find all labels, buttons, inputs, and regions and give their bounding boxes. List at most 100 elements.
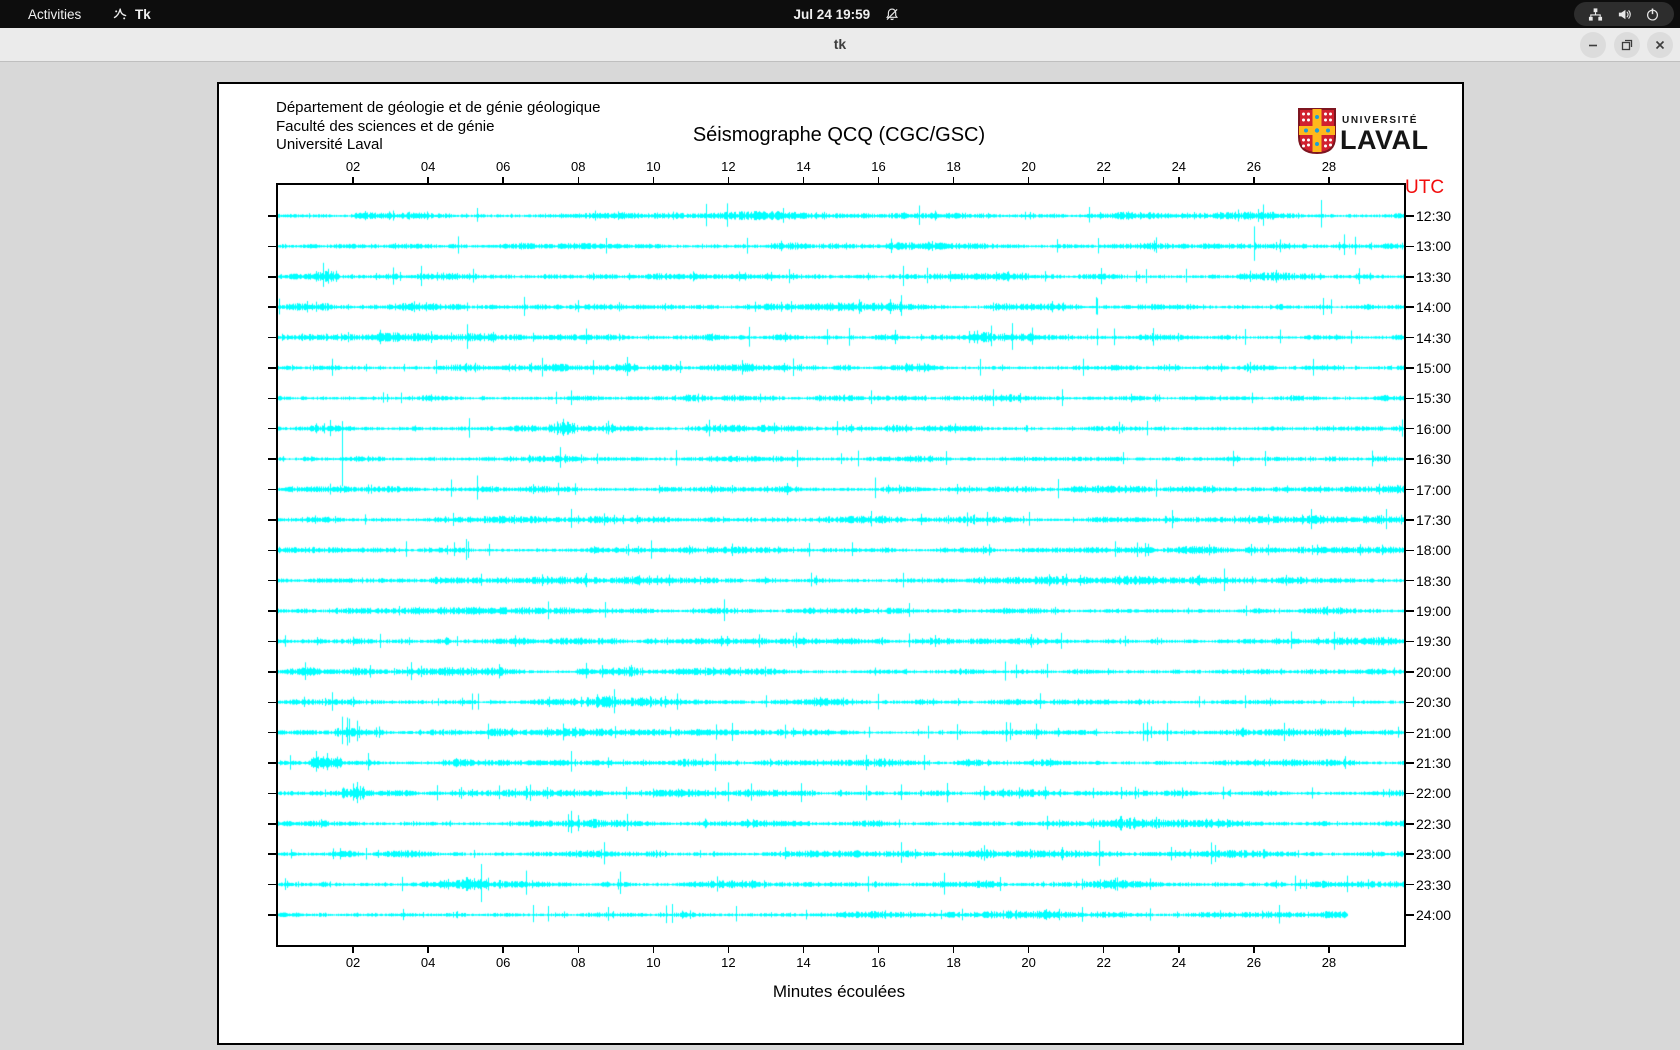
x-tick-bottom bbox=[877, 945, 880, 953]
row-tick-left bbox=[268, 914, 276, 916]
x-tick-top bbox=[877, 177, 880, 185]
trace-time-label: 22:00 bbox=[1416, 785, 1452, 802]
tk-icon bbox=[112, 6, 128, 22]
x-tick-bottom bbox=[502, 945, 504, 953]
x-tick-label-bottom: 24 bbox=[1171, 955, 1187, 970]
trace-time-label: 17:30 bbox=[1416, 511, 1452, 528]
trace-time-label: 21:30 bbox=[1416, 755, 1452, 772]
x-tick-top bbox=[1178, 177, 1180, 185]
x-tick-label-top: 26 bbox=[1246, 159, 1262, 174]
row-tick-left bbox=[268, 519, 276, 521]
row-tick-right bbox=[1406, 397, 1414, 400]
window-titlebar[interactable]: tk bbox=[0, 28, 1680, 62]
activities-button[interactable]: Activities bbox=[20, 0, 89, 28]
row-tick-right bbox=[1406, 610, 1414, 612]
trace-time-label: 22:30 bbox=[1416, 815, 1452, 832]
x-tick-label-top: 16 bbox=[871, 159, 886, 174]
x-tick-label-bottom: 02 bbox=[345, 955, 361, 970]
x-tick-bottom bbox=[727, 945, 730, 953]
row-tick-right bbox=[1406, 458, 1414, 460]
logo-laval-text: LAVAL bbox=[1340, 125, 1429, 155]
row-tick-left bbox=[268, 731, 276, 734]
row-tick-right bbox=[1406, 823, 1414, 825]
row-tick-right bbox=[1406, 336, 1414, 339]
row-tick-right bbox=[1406, 731, 1414, 734]
trace-time-label: 19:00 bbox=[1416, 603, 1452, 620]
x-tick-label-bottom: 12 bbox=[721, 955, 736, 970]
activities-label: Activities bbox=[28, 6, 82, 22]
trace-time-label: 13:00 bbox=[1416, 238, 1452, 255]
header-line-1: Département de géologie et de génie géol… bbox=[276, 99, 601, 116]
x-tick-top bbox=[802, 177, 805, 185]
trace-time-label: 14:00 bbox=[1416, 299, 1452, 316]
row-tick-left bbox=[268, 367, 276, 369]
row-tick-right bbox=[1406, 488, 1414, 491]
maximize-button[interactable] bbox=[1614, 32, 1640, 58]
row-tick-left bbox=[268, 427, 276, 430]
x-tick-bottom bbox=[352, 945, 354, 953]
x-tick-label-top: 20 bbox=[1021, 159, 1036, 174]
x-tick-label-bottom: 26 bbox=[1246, 955, 1262, 970]
row-tick-right bbox=[1406, 306, 1414, 308]
system-status-area[interactable] bbox=[1574, 2, 1674, 26]
trace-time-label: 16:30 bbox=[1416, 451, 1452, 468]
row-tick-left bbox=[268, 883, 276, 886]
row-tick-right bbox=[1406, 792, 1414, 795]
row-tick-left bbox=[268, 488, 276, 491]
x-tick-top bbox=[427, 177, 429, 185]
window-title: tk bbox=[833, 36, 847, 52]
power-icon bbox=[1645, 7, 1660, 22]
x-tick-label-top: 14 bbox=[796, 159, 811, 174]
row-tick-left bbox=[268, 579, 276, 582]
row-tick-left bbox=[268, 853, 276, 855]
x-tick-bottom bbox=[652, 945, 655, 953]
trace-time-label: 21:00 bbox=[1416, 724, 1452, 741]
row-tick-right bbox=[1406, 640, 1414, 643]
trace-time-label: 15:30 bbox=[1416, 390, 1452, 407]
x-tick-top bbox=[1027, 177, 1030, 185]
x-tick-label-top: 18 bbox=[946, 159, 961, 174]
x-tick-top bbox=[952, 177, 955, 185]
row-tick-left bbox=[268, 792, 276, 795]
x-tick-label-top: 12 bbox=[721, 159, 736, 174]
close-button[interactable] bbox=[1647, 32, 1673, 58]
x-tick-top bbox=[352, 177, 354, 185]
x-tick-label-top: 24 bbox=[1171, 159, 1187, 174]
x-tick-label-top: 08 bbox=[571, 159, 586, 174]
x-tick-label-bottom: 04 bbox=[420, 955, 436, 970]
x-tick-top bbox=[1253, 177, 1255, 185]
x-tick-label-bottom: 06 bbox=[495, 955, 511, 970]
row-tick-right bbox=[1406, 519, 1414, 521]
x-tick-top bbox=[652, 177, 655, 185]
utc-label: UTC bbox=[1405, 177, 1445, 198]
notifications-off-icon bbox=[884, 7, 899, 22]
x-tick-top bbox=[727, 177, 730, 185]
row-tick-right bbox=[1406, 245, 1414, 248]
x-tick-label-top: 06 bbox=[495, 159, 511, 174]
x-tick-label-bottom: 08 bbox=[571, 955, 586, 970]
trace-time-label: 14:30 bbox=[1416, 329, 1452, 346]
row-tick-left bbox=[268, 276, 276, 278]
trace-time-label: 23:30 bbox=[1416, 876, 1452, 893]
row-tick-left bbox=[268, 701, 276, 703]
x-tick-bottom bbox=[1253, 945, 1255, 953]
seismogram-canvas bbox=[278, 185, 1404, 945]
x-tick-label-top: 22 bbox=[1096, 159, 1111, 174]
focused-app-name: Tk bbox=[135, 6, 151, 22]
x-tick-bottom bbox=[1027, 945, 1030, 953]
row-tick-left bbox=[268, 610, 276, 612]
focused-app-indicator[interactable]: Tk bbox=[112, 0, 151, 28]
row-tick-right bbox=[1406, 701, 1414, 703]
x-tick-label-top: 10 bbox=[646, 159, 661, 174]
trace-time-label: 19:30 bbox=[1416, 633, 1452, 650]
clock-menu[interactable]: Jul 24 19:59 bbox=[794, 0, 900, 28]
trace-time-label: 24:00 bbox=[1416, 907, 1452, 923]
trace-time-label: 12:30 bbox=[1416, 208, 1452, 224]
x-tick-top bbox=[502, 177, 504, 185]
x-tick-top bbox=[1102, 177, 1105, 185]
minimize-button[interactable] bbox=[1580, 32, 1606, 58]
volume-icon bbox=[1617, 7, 1632, 22]
x-tick-top bbox=[577, 177, 580, 185]
x-tick-label-top: 28 bbox=[1321, 159, 1337, 174]
row-tick-left bbox=[268, 640, 276, 643]
